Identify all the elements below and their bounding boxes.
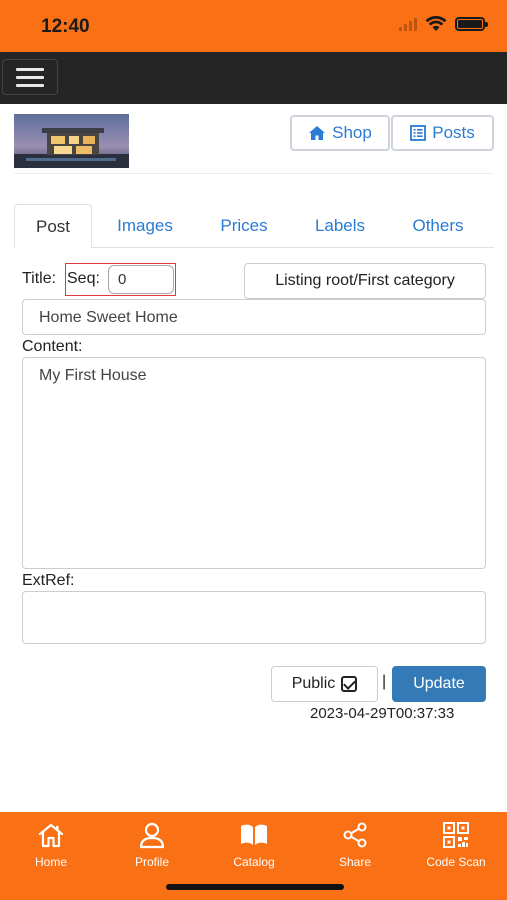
title-label: Title: <box>22 270 57 287</box>
posts-button[interactable]: Posts <box>391 115 494 151</box>
public-label: Public <box>291 675 336 692</box>
cellular-signal-icon <box>399 17 417 31</box>
tab-post[interactable]: Post <box>14 204 92 249</box>
title-input[interactable]: Home Sweet Home <box>22 299 486 335</box>
public-toggle-button[interactable]: Public <box>271 666 378 702</box>
battery-icon <box>455 17 488 31</box>
content-textarea[interactable]: My First House <box>22 357 486 569</box>
top-nav-bar <box>0 52 507 104</box>
bottom-nav-share[interactable]: Share <box>325 812 385 872</box>
user-icon <box>139 822 165 849</box>
status-bar: 12:40 <box>0 0 507 52</box>
tab-prices[interactable]: Prices <box>210 204 278 248</box>
updated-timestamp: 2023-04-29T00:37:33 <box>310 705 455 722</box>
bottom-nav-home[interactable]: Home <box>22 812 80 872</box>
home-indicator <box>166 884 344 890</box>
seq-input[interactable] <box>108 265 174 294</box>
tab-prices-label: Prices <box>220 216 268 235</box>
shop-button[interactable]: Shop <box>290 115 390 151</box>
list-alt-icon <box>410 125 427 141</box>
category-button[interactable]: Listing root/First category <box>244 263 486 299</box>
tab-labels[interactable]: Labels <box>306 204 374 248</box>
bottom-nav-catalog[interactable]: Catalog <box>222 812 286 872</box>
tab-labels-label: Labels <box>314 216 366 235</box>
tab-post-label: Post <box>35 216 71 236</box>
bottom-nav-home-label: Home <box>34 855 67 869</box>
book-icon <box>241 824 267 845</box>
home-icon <box>38 823 64 848</box>
extref-label: ExtRef: <box>22 572 75 589</box>
bottom-nav-share-label: Share <box>338 855 372 869</box>
button-separator: | <box>382 673 387 690</box>
posts-button-label: Posts <box>432 123 475 142</box>
bottom-nav-code-scan[interactable]: Code Scan <box>418 812 494 872</box>
checkbox-checked-icon <box>341 676 358 692</box>
content-label: Content: <box>22 338 83 355</box>
tab-bar: Post Images Prices Labels Others <box>14 204 494 249</box>
update-button[interactable]: Update <box>392 666 486 702</box>
bottom-nav-catalog-label: Catalog <box>233 855 275 869</box>
bottom-nav-code-scan-label: Code Scan <box>426 855 486 869</box>
bottom-nav-profile-label: Profile <box>134 855 169 869</box>
tab-images[interactable]: Images <box>104 204 186 248</box>
share-icon <box>343 822 367 848</box>
house-thumbnail-image <box>14 114 129 168</box>
wifi-icon <box>425 16 447 31</box>
extref-input[interactable] <box>22 591 486 644</box>
qr-code-icon <box>443 822 469 848</box>
shop-button-label: Shop <box>332 123 372 142</box>
status-icons <box>399 16 488 32</box>
tab-others[interactable]: Others <box>402 204 474 248</box>
tab-images-label: Images <box>117 216 173 235</box>
header-divider <box>14 173 494 174</box>
seq-label: Seq: <box>67 270 100 287</box>
hamburger-menu-icon[interactable] <box>2 59 58 95</box>
bottom-nav-profile[interactable]: Profile <box>122 812 182 872</box>
home-icon <box>309 126 326 140</box>
status-time: 12:40 <box>41 16 90 37</box>
tab-others-label: Others <box>412 216 464 235</box>
